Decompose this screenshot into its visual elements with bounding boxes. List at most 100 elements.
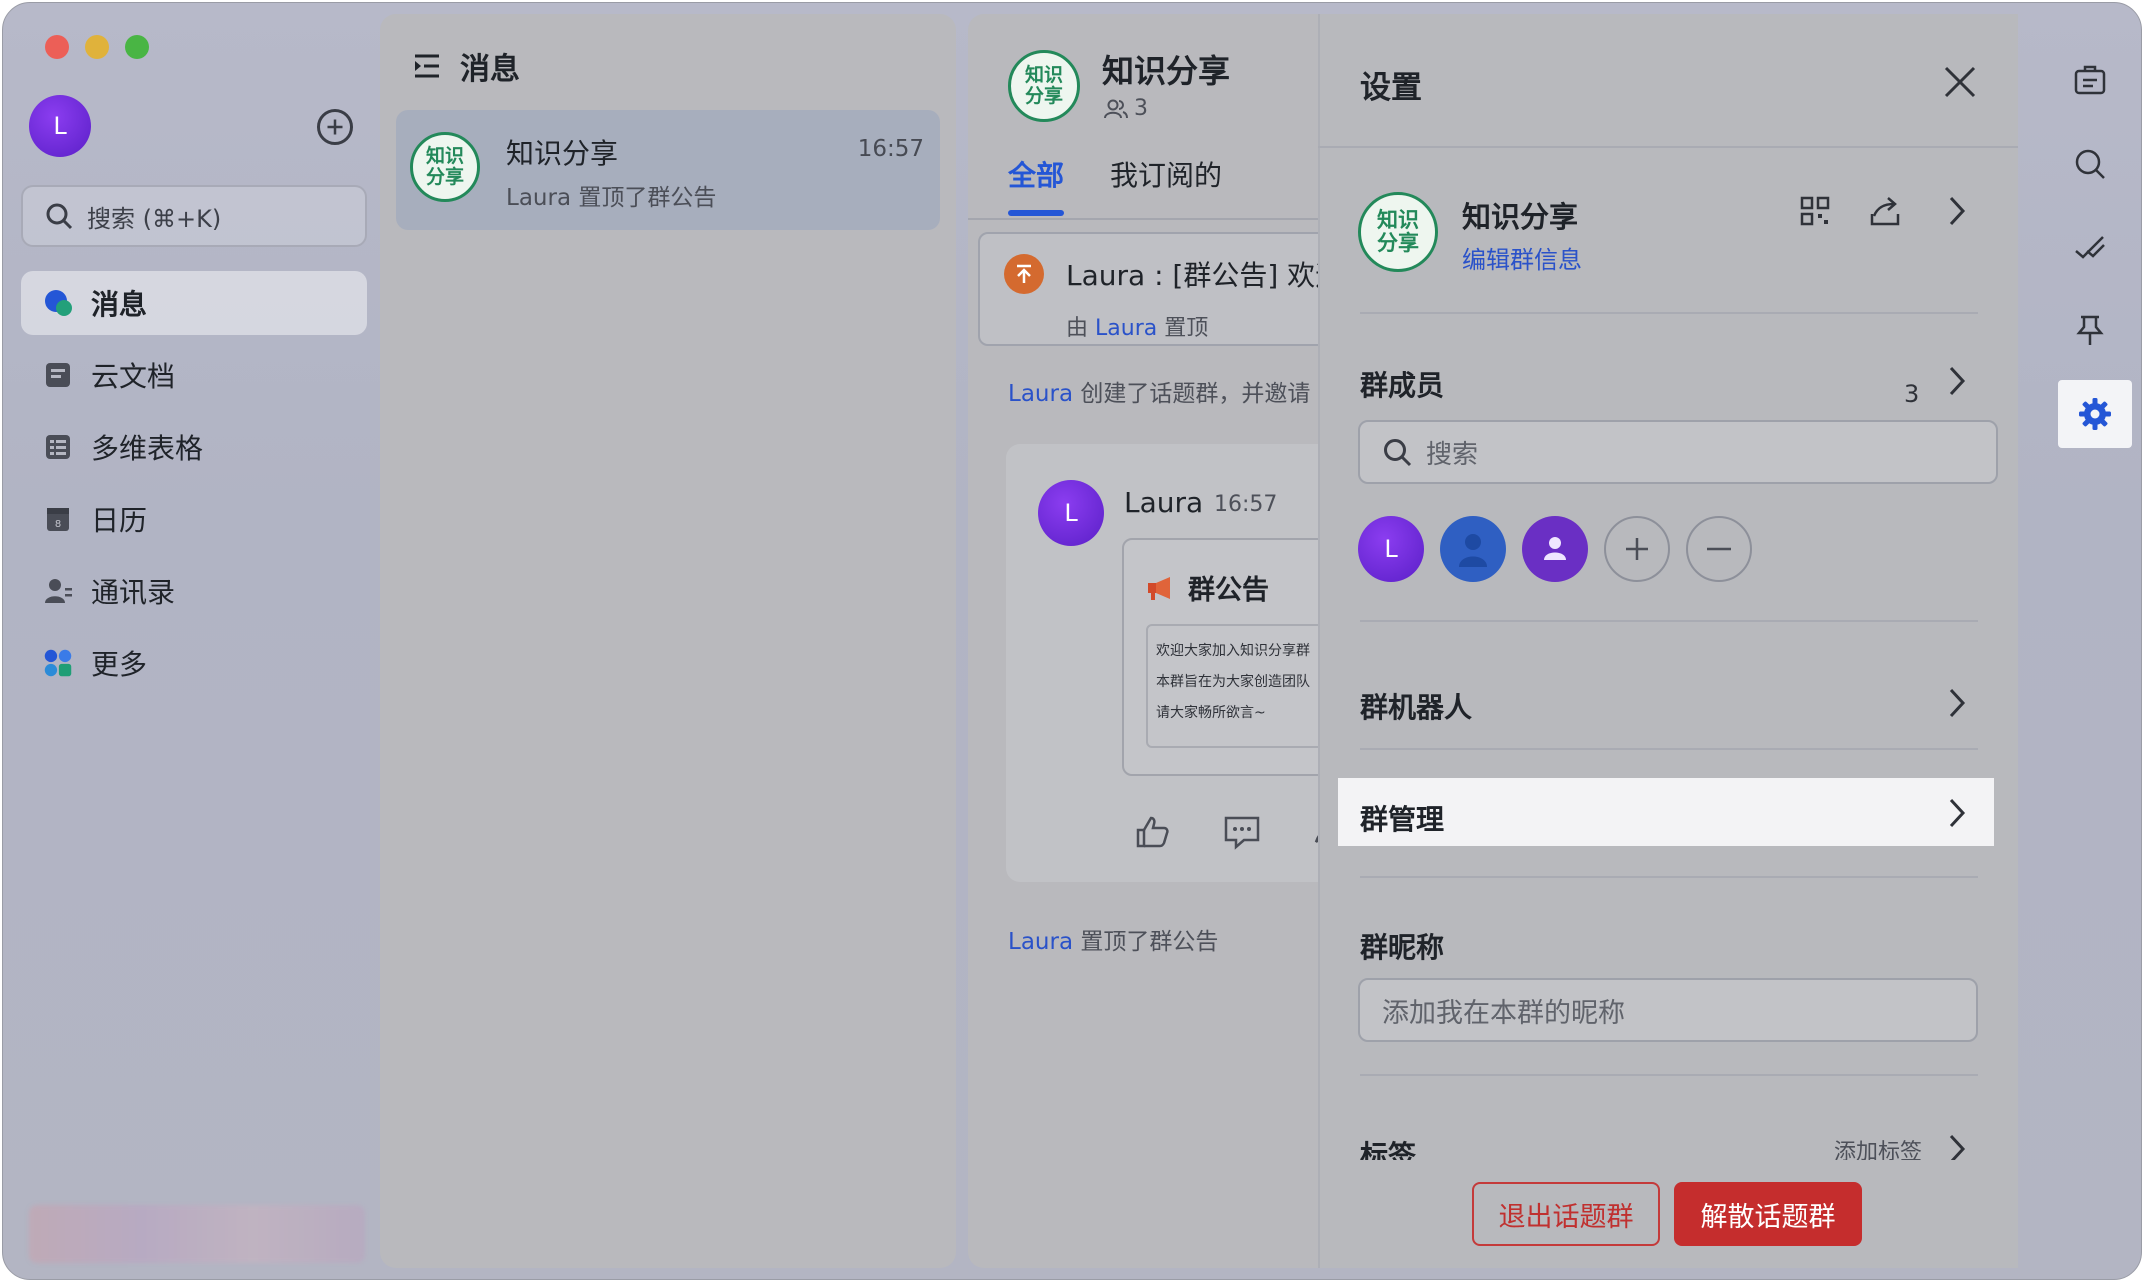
- thumbs-up-icon[interactable]: [1132, 812, 1172, 852]
- message-actions: [1132, 812, 1338, 852]
- maximize-window-button[interactable]: [125, 35, 149, 59]
- sender-avatar[interactable]: L: [1038, 480, 1104, 546]
- search-icon: [1384, 439, 1412, 467]
- member-avatar[interactable]: [1440, 516, 1506, 582]
- sidebar-item-label: 通讯录: [91, 576, 176, 609]
- group-members-label[interactable]: 群成员: [1360, 364, 1444, 404]
- plus-icon: [1626, 538, 1648, 560]
- chat-list-item[interactable]: 知识分享 知识分享 16:57 Laura 置顶了群公告: [396, 110, 940, 230]
- search-chat-button[interactable]: [2062, 136, 2118, 192]
- document-icon: [43, 360, 73, 390]
- group-management-label[interactable]: 群管理: [1360, 798, 1444, 838]
- notice-line: 请大家畅所欲言~: [1156, 705, 1266, 721]
- member-search-input[interactable]: 搜索: [1358, 420, 1998, 484]
- settings-button[interactable]: [2058, 380, 2132, 448]
- settings-panel: 设置 知识分享 知识分享 编辑群信息 群成员 3 搜索 L 群机器人 群管理 群…: [1318, 14, 2018, 1268]
- pins-button[interactable]: [2062, 302, 2118, 358]
- qr-code-icon[interactable]: [1798, 194, 1832, 228]
- group-bots-label[interactable]: 群机器人: [1360, 686, 1472, 726]
- member-avatar[interactable]: [1522, 516, 1588, 582]
- right-toolbar: [2040, 0, 2140, 1278]
- system-message-user[interactable]: Laura: [1008, 929, 1073, 955]
- collapse-menu-icon[interactable]: [412, 51, 442, 81]
- tab-divider: [968, 218, 1338, 220]
- announcement-button[interactable]: [2062, 52, 2118, 108]
- group-name: 知识分享: [1462, 200, 1579, 234]
- sidebar-item-more[interactable]: 更多: [21, 631, 367, 695]
- checkmark-icon: [2075, 236, 2105, 259]
- minus-icon: [1707, 547, 1731, 551]
- member-count[interactable]: 3: [1104, 96, 1148, 121]
- sidebar-item-docs[interactable]: 云文档: [21, 343, 367, 407]
- group-avatar[interactable]: 知识分享: [1358, 192, 1438, 272]
- group-nickname-label: 群昵称: [1360, 931, 1445, 964]
- divider: [1318, 146, 2018, 148]
- system-message-user[interactable]: Laura: [1008, 381, 1073, 407]
- chevron-right-icon[interactable]: [1944, 686, 1970, 720]
- group-avatar: 知识分享: [410, 132, 480, 202]
- contacts-icon: [43, 576, 73, 606]
- tags-label: 标签: [1360, 1139, 1417, 1160]
- chat-name: 知识分享: [506, 137, 619, 170]
- person-icon: [1459, 534, 1487, 567]
- divider: [1360, 312, 1978, 314]
- pinned-message[interactable]: Laura : [群公告] 欢迎 由 Laura 置顶: [978, 232, 1338, 346]
- sidebar-item-label: 更多: [91, 648, 148, 681]
- add-member-button[interactable]: [1604, 516, 1670, 582]
- svg-text:8: 8: [55, 519, 61, 530]
- tasks-button[interactable]: [2062, 220, 2118, 276]
- system-message: Laura 创建了话题群，并邀请: [1008, 374, 1310, 408]
- system-message: Laura 置顶了群公告: [1008, 922, 1218, 956]
- chevron-right-icon[interactable]: [1944, 796, 1970, 830]
- exit-group-button[interactable]: 退出话题群: [1472, 1182, 1660, 1246]
- remove-member-button[interactable]: [1686, 516, 1752, 582]
- member-count-value: 3: [1134, 96, 1148, 121]
- apps-grid-icon: [43, 648, 73, 678]
- sender-name[interactable]: Laura: [1124, 486, 1203, 519]
- search-icon: [46, 203, 73, 230]
- global-search-box[interactable]: 搜索 (⌘+K): [21, 185, 367, 247]
- calendar-icon: 8: [43, 504, 73, 534]
- group-nickname-input[interactable]: 添加我在本群的昵称: [1358, 978, 1978, 1042]
- comment-icon[interactable]: [1222, 812, 1262, 852]
- tab-subscribed[interactable]: 我订阅的: [1110, 154, 1222, 194]
- chevron-right-icon[interactable]: [1944, 364, 1970, 398]
- member-avatar[interactable]: L: [1358, 516, 1424, 582]
- chevron-right-icon[interactable]: [1944, 1132, 1970, 1160]
- sidebar-item-calendar[interactable]: 8 日历: [21, 487, 367, 551]
- user-avatar[interactable]: L: [29, 95, 91, 157]
- chevron-right-icon[interactable]: [1944, 194, 1970, 228]
- sidebar-item-contacts[interactable]: 通讯录: [21, 559, 367, 623]
- add-icon[interactable]: [317, 109, 353, 145]
- pin-icon: [2076, 315, 2104, 345]
- minimize-window-button[interactable]: [85, 35, 109, 59]
- blurred-banner: [29, 1205, 365, 1263]
- sidebar-item-label: 日历: [91, 504, 148, 537]
- group-avatar[interactable]: 知识分享: [1008, 50, 1080, 122]
- notice-title: 群公告: [1146, 568, 1269, 607]
- sidebar-item-bitable[interactable]: 多维表格: [21, 415, 367, 479]
- members-icon: [1104, 99, 1128, 118]
- group-notice-card[interactable]: 群公告 欢迎大家加入知识分享群 本群旨在为大家创造团队 请大家畅所欲言~: [1122, 538, 1338, 776]
- close-icon[interactable]: [1940, 62, 1980, 102]
- pinned-by-user[interactable]: Laura: [1095, 316, 1157, 341]
- sidebar-item-messages[interactable]: 消息: [21, 271, 367, 335]
- notice-body: 欢迎大家加入知识分享群 本群旨在为大家创造团队 请大家畅所欲言~: [1146, 624, 1338, 748]
- dissolve-group-button[interactable]: 解散话题群: [1674, 1182, 1862, 1246]
- chat-preview: Laura 置顶了群公告: [506, 185, 717, 211]
- chat-time: 16:57: [857, 136, 924, 162]
- share-icon[interactable]: [1868, 194, 1902, 228]
- close-window-button[interactable]: [45, 35, 69, 59]
- table-icon: [43, 432, 73, 462]
- tab-all[interactable]: 全部: [1008, 154, 1065, 216]
- sidebar-item-label: 消息: [91, 288, 148, 321]
- megaphone-icon: [1148, 576, 1170, 600]
- message-list-panel: 消息 知识分享 知识分享 16:57 Laura 置顶了群公告: [380, 14, 956, 1268]
- edit-group-info-link[interactable]: 编辑群信息: [1462, 240, 1582, 275]
- tags-row[interactable]: 标签 添加标签: [1318, 1124, 2018, 1160]
- message-time: 16:57: [1214, 492, 1278, 517]
- message-card: L Laura 16:57 群公告 欢迎大家加入知识分享群 本群旨在为大家创造团…: [1006, 444, 1338, 882]
- add-tag-link[interactable]: 添加标签: [1834, 1134, 1922, 1160]
- members-count: 3: [1904, 380, 1920, 408]
- pinned-by: 由 Laura 置顶: [1066, 310, 1208, 342]
